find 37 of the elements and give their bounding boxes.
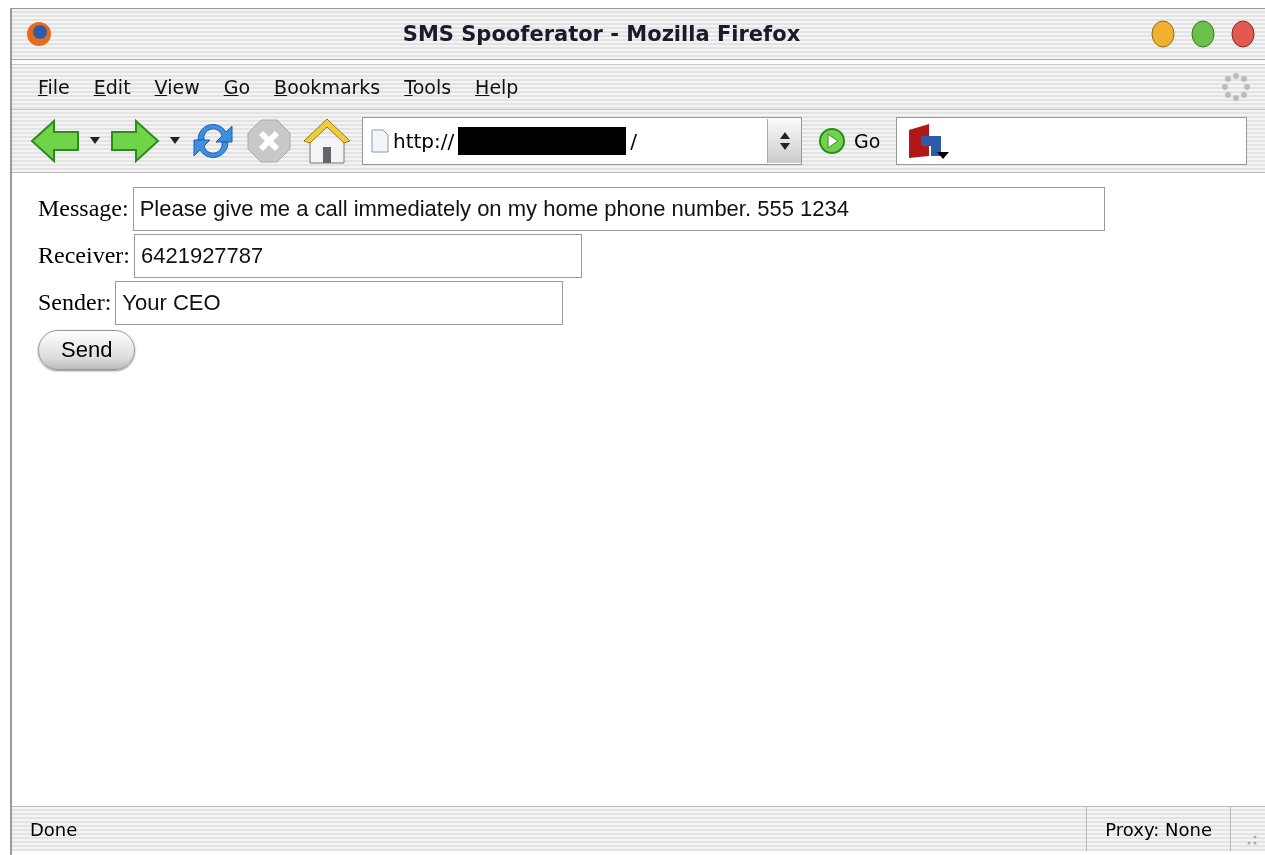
- proxy-status: Proxy: None: [1105, 818, 1212, 840]
- minimize-button[interactable]: [1151, 20, 1175, 48]
- url-text: http://: [393, 129, 455, 153]
- menu-item[interactable]: View: [142, 76, 212, 98]
- search-engine-icon[interactable]: [907, 122, 952, 160]
- history-dropdown-button[interactable]: [767, 119, 801, 163]
- url-text: /: [630, 129, 638, 153]
- maximize-button[interactable]: [1191, 20, 1215, 48]
- menu-item[interactable]: Tools: [392, 76, 464, 98]
- throbber-icon: [1221, 72, 1251, 102]
- dropdown-arrow-icon[interactable]: [90, 137, 100, 145]
- field-label: Sender:: [38, 289, 112, 316]
- play-icon: [818, 127, 846, 155]
- text-field[interactable]: Your CEO: [115, 280, 564, 325]
- menu-item[interactable]: Edit: [81, 76, 143, 98]
- back-arrow-icon[interactable]: [30, 118, 80, 164]
- field-label: Message:: [38, 195, 129, 222]
- go-button[interactable]: Go: [812, 127, 887, 155]
- menu-item[interactable]: Help: [463, 76, 531, 98]
- page-icon: [371, 129, 389, 153]
- forward-arrow-icon[interactable]: [110, 118, 160, 164]
- browser-logo-icon: [26, 21, 52, 47]
- up-down-arrows-icon: [778, 130, 791, 152]
- address-field[interactable]: http:// /: [362, 117, 802, 165]
- search-field[interactable]: [896, 117, 1247, 165]
- menu-item[interactable]: Bookmarks: [262, 76, 393, 98]
- status-text: Done: [30, 818, 78, 840]
- menu-item[interactable]: Go: [211, 76, 263, 98]
- dropdown-arrow-icon[interactable]: [170, 137, 180, 145]
- home-icon[interactable]: [302, 117, 352, 165]
- send-button[interactable]: Send: [38, 330, 136, 370]
- close-button[interactable]: [1231, 20, 1255, 48]
- text-field[interactable]: 6421927787: [133, 233, 582, 278]
- field-label: Receiver:: [38, 242, 130, 269]
- window-title: SMS Spooferator - Mozilla Firefox: [401, 22, 802, 46]
- text-field[interactable]: Please give me a call immediately on my home phone number. 555 1234: [132, 186, 1105, 231]
- menu-item[interactable]: File: [26, 76, 82, 98]
